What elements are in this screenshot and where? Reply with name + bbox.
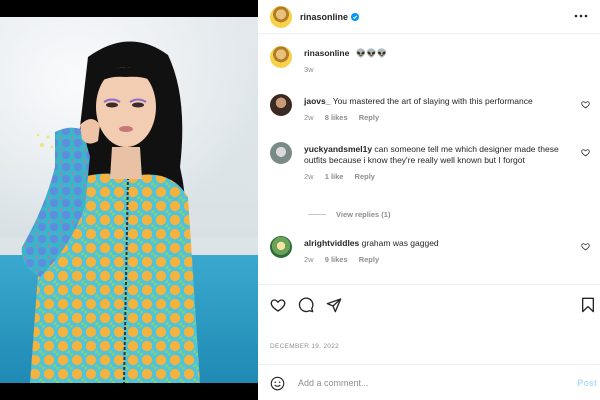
caption-avatar[interactable] xyxy=(270,46,292,68)
heart-icon[interactable] xyxy=(581,242,590,251)
post-header: rinasonline xyxy=(258,0,600,34)
like-heart-icon[interactable] xyxy=(270,297,286,313)
author-username[interactable]: rinasonline xyxy=(300,12,348,22)
share-icon[interactable] xyxy=(326,297,342,313)
reply-button[interactable]: Reply xyxy=(355,172,375,181)
post-side-panel: rinasonline rinasonline 👽👽👽 3w jaovs_ Yo… xyxy=(258,0,600,400)
comment-username[interactable]: yuckyandsmel1y xyxy=(304,144,372,154)
post-media[interactable] xyxy=(0,0,258,400)
heart-icon[interactable] xyxy=(581,100,590,109)
comment-username[interactable]: jaovs_ xyxy=(304,96,330,106)
caption-username[interactable]: rinasonline xyxy=(304,48,349,58)
reply-button[interactable]: Reply xyxy=(359,255,379,264)
comment-likes[interactable]: 9 likes xyxy=(325,255,348,264)
author-avatar[interactable] xyxy=(270,5,292,28)
commenter-avatar[interactable] xyxy=(270,142,292,164)
bookmark-icon[interactable] xyxy=(580,297,596,313)
post-photo xyxy=(0,17,258,383)
comment-icon[interactable] xyxy=(298,297,314,313)
person-illustration xyxy=(21,41,200,383)
commenter-avatar[interactable] xyxy=(270,94,292,116)
post-date[interactable]: DECEMBER 19, 2022 xyxy=(270,343,339,350)
comment-text: You mastered the art of slaying with thi… xyxy=(332,96,533,106)
comments-list[interactable]: rinasonline 👽👽👽 3w jaovs_ You mastered t… xyxy=(258,40,600,284)
comment-likes[interactable]: 1 like xyxy=(325,172,344,181)
commenter-avatar[interactable] xyxy=(270,236,292,258)
action-bar xyxy=(258,284,600,328)
more-options-icon[interactable] xyxy=(574,11,588,21)
heart-icon[interactable] xyxy=(581,148,590,157)
verified-badge-icon xyxy=(351,12,360,21)
comment-text: graham was gagged xyxy=(361,238,439,248)
caption-text: 👽👽👽 xyxy=(355,48,388,58)
caption-time[interactable]: 3w xyxy=(304,65,314,74)
comment-time[interactable]: 2w xyxy=(304,113,314,122)
add-comment-bar: Post xyxy=(258,364,600,400)
emoji-icon[interactable] xyxy=(270,376,285,391)
comment-username[interactable]: alrightviddles xyxy=(304,238,359,248)
view-replies-label: View replies (1) xyxy=(336,210,391,219)
post-comment-button[interactable]: Post xyxy=(577,378,597,388)
comment-likes[interactable]: 8 likes xyxy=(325,113,348,122)
comment-time[interactable]: 2w xyxy=(304,255,314,264)
comment-time[interactable]: 2w xyxy=(304,172,314,181)
comment-input[interactable] xyxy=(298,374,548,392)
view-replies-button[interactable]: View replies (1) xyxy=(308,210,390,219)
reply-button[interactable]: Reply xyxy=(359,113,379,122)
